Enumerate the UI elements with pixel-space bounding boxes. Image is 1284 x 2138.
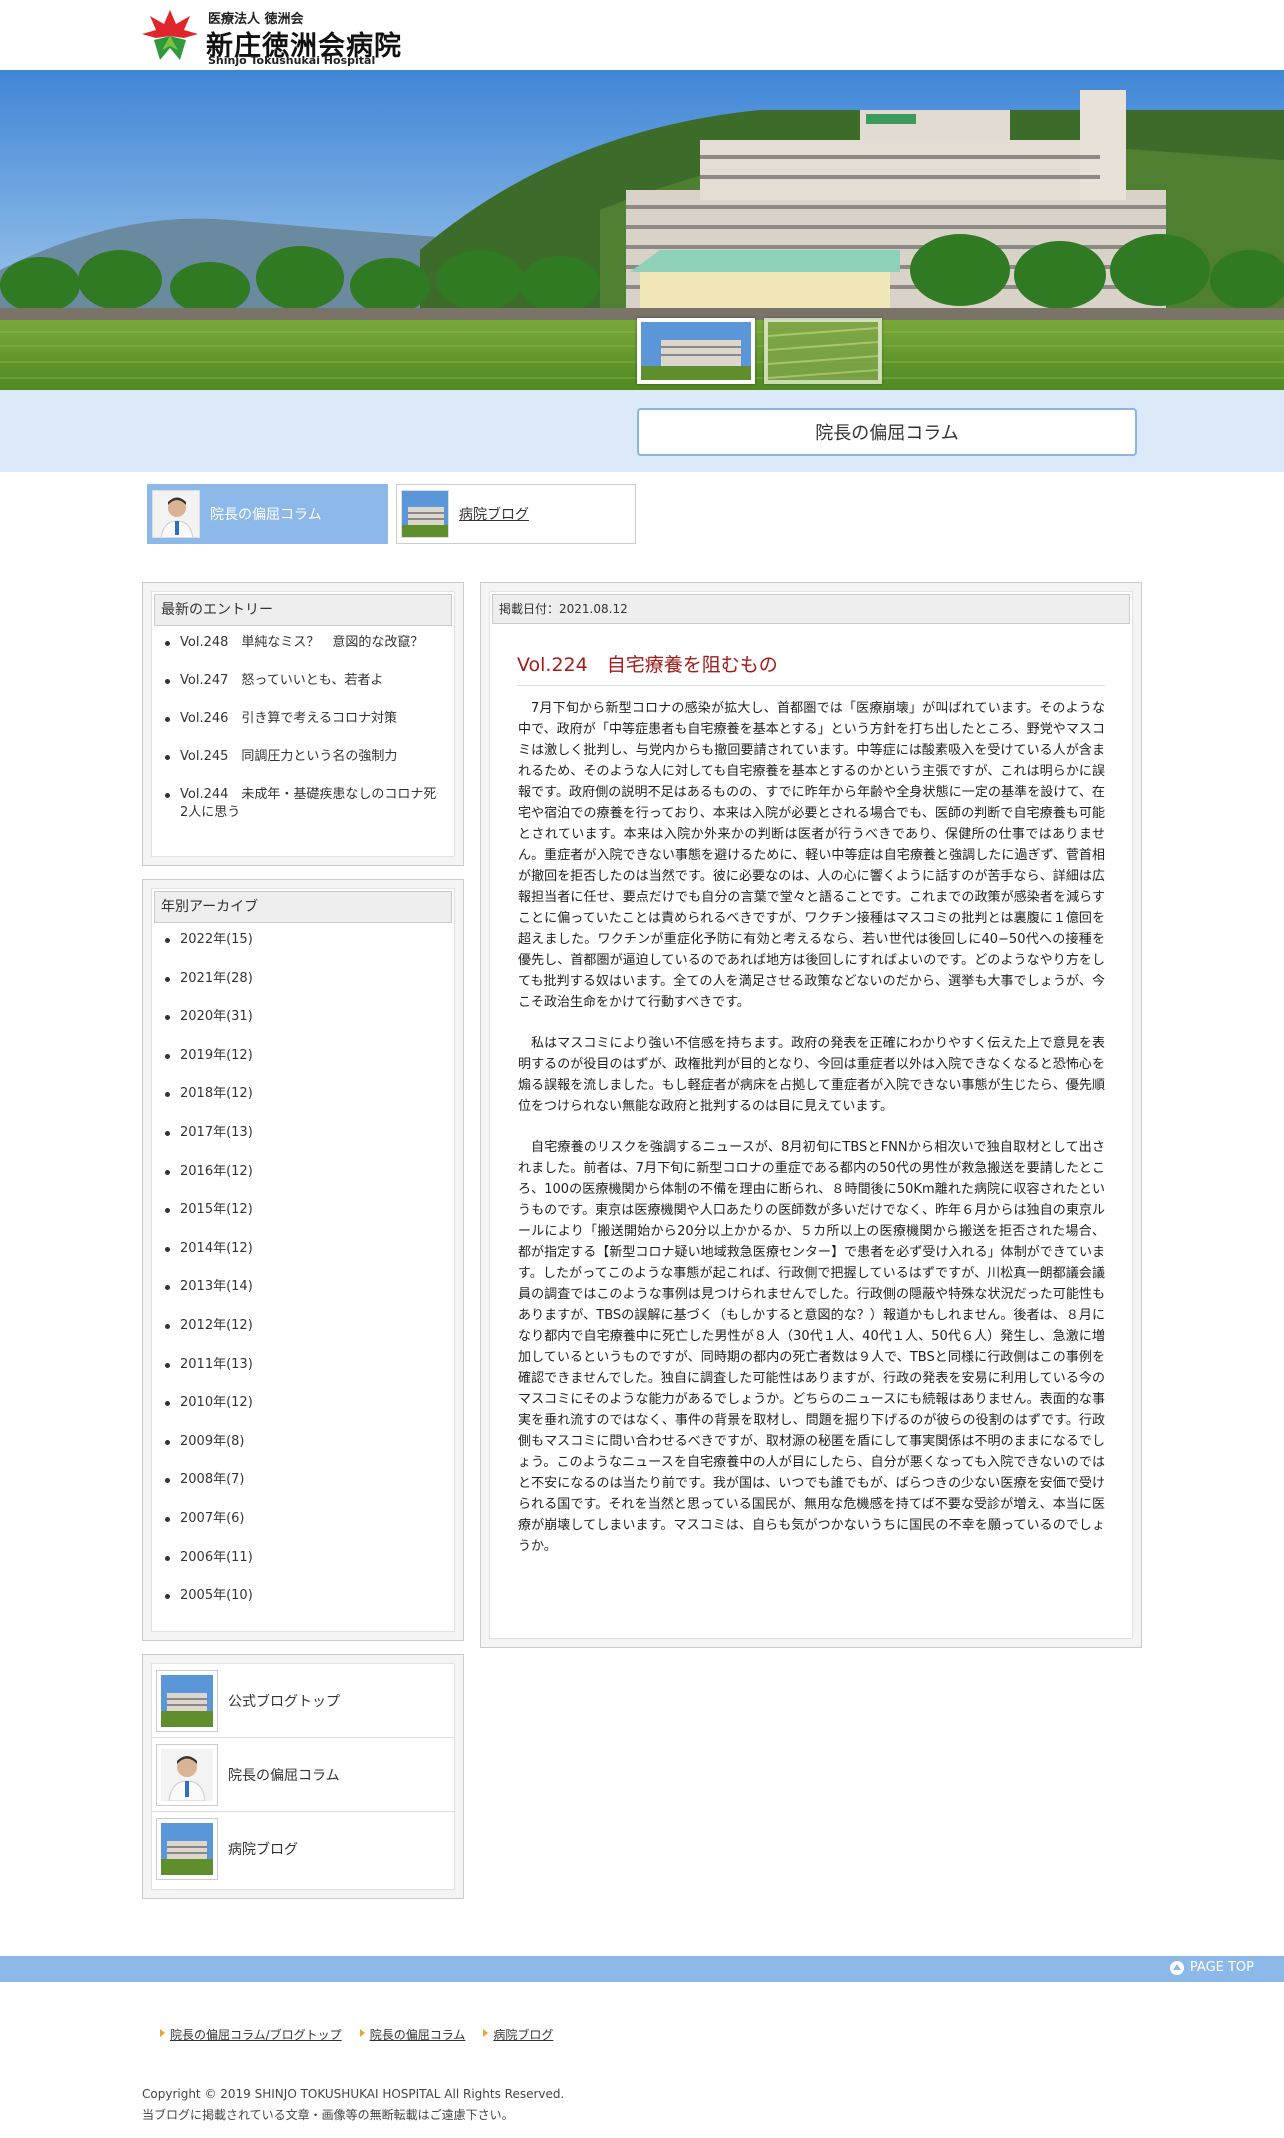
archive-year-link[interactable]: 2014年(12) xyxy=(165,1240,440,1258)
archive-year-link[interactable]: 2020年(31) xyxy=(165,1008,440,1026)
archive-year-link[interactable]: 2015年(12) xyxy=(165,1201,440,1219)
latest-entries-heading: 最新のエントリー xyxy=(154,594,452,626)
archive-year-link[interactable]: 2007年(6) xyxy=(165,1510,440,1528)
article-date: 掲載日付：2021.08.12 xyxy=(492,594,1130,624)
logo-english-name: Shinjo Tokushukai Hospital xyxy=(208,54,376,67)
archive-year-link[interactable]: 2006年(11) xyxy=(165,1549,440,1567)
footer-nav: 院長の偏屈コラム/ブログトップ 院長の偏屈コラム 病院ブログ xyxy=(160,2026,553,2043)
hospital-logo[interactable]: 医療法人 徳洲会 新庄徳洲会病院 Shinjo Tokushukai Hospi… xyxy=(140,6,410,67)
article-panel: 掲載日付：2021.08.12 Vol.224 自宅療養を阻むもの 7月下旬から… xyxy=(480,582,1142,1648)
footer-link-director-column[interactable]: 院長の偏屈コラム xyxy=(359,2026,465,2043)
yearly-archive-list: 2022年(15) 2021年(28) 2020年(31) 2019年(12) … xyxy=(152,925,454,1605)
link-label: 公式ブログトップ xyxy=(228,1693,340,1710)
article-paragraph: 7月下旬から新型コロナの感染が拡大し、首都圏では「医療崩壊」が叫ばれています。そ… xyxy=(518,701,1105,1010)
tab-label: 病院ブログ xyxy=(459,507,529,523)
entry-link[interactable]: Vol.246 引き算で考えるコロナ対策 xyxy=(165,710,440,728)
archive-year-link[interactable]: 2010年(12) xyxy=(165,1394,440,1412)
entry-link[interactable]: Vol.248 単純なミス？ 意図的な改竄？ xyxy=(165,634,440,652)
copyright-text: Copyright © 2019 SHINJO TOKUSHUKAI HOSPI… xyxy=(142,2087,565,2101)
archive-year-link[interactable]: 2019年(12) xyxy=(165,1047,440,1065)
archive-year-link[interactable]: 2011年(13) xyxy=(165,1356,440,1374)
article-title: Vol.224 自宅療養を阻むもの xyxy=(517,650,1105,686)
director-portrait-icon xyxy=(161,1748,213,1801)
link-label: 院長の偏屈コラム xyxy=(228,1767,340,1784)
director-column-link[interactable]: 院長の偏屈コラム xyxy=(152,1738,454,1812)
page: 医療法人 徳洲会 新庄徳洲会病院 Shinjo Tokushukai Hospi… xyxy=(0,0,1284,2138)
latest-entries-panel: 最新のエントリー Vol.248 単純なミス？ 意図的な改竄？ Vol.247 … xyxy=(142,582,464,866)
footer-link-hospital-blog[interactable]: 病院ブログ xyxy=(483,2026,553,2043)
entry-link[interactable]: Vol.244 未成年・基礎疾患なしのコロナ死2人に思う xyxy=(165,786,440,822)
hero-image xyxy=(0,70,1284,390)
director-portrait-icon xyxy=(152,490,200,538)
tokushukai-logo-icon xyxy=(142,10,198,60)
hospital-building-icon xyxy=(161,1674,213,1727)
link-label: 病院ブログ xyxy=(228,1842,298,1858)
archive-year-link[interactable]: 2009年(8) xyxy=(165,1433,440,1451)
latest-entries-list: Vol.248 単純なミス？ 意図的な改竄？ Vol.247 怒っていいとも、若… xyxy=(152,628,454,822)
archive-year-link[interactable]: 2005年(10) xyxy=(165,1587,440,1605)
category-title: 院長の偏屈コラム xyxy=(637,408,1137,456)
reprint-notice: 当ブログに掲載されている文章・画像等の無断転載はご遠慮下さい。 xyxy=(142,2108,514,2122)
hero-thumbnail-field[interactable] xyxy=(764,318,882,384)
entry-link[interactable]: Vol.247 怒っていいとも、若者よ xyxy=(165,672,440,690)
article-paragraph: 自宅療養のリスクを強調するニュースが、8月初旬にTBSとFNNから相次いで独自取… xyxy=(518,1140,1105,1554)
archive-year-link[interactable]: 2017年(13) xyxy=(165,1124,440,1142)
entry-link[interactable]: Vol.245 同調圧力という名の強制力 xyxy=(165,748,440,766)
official-blog-top-link[interactable]: 公式ブログトップ xyxy=(152,1664,454,1738)
page-top-button[interactable]: PAGE TOP xyxy=(1169,1960,1254,1975)
hospital-blog-link[interactable]: 病院ブログ xyxy=(152,1812,454,1886)
archive-year-link[interactable]: 2016年(12) xyxy=(165,1163,440,1181)
hospital-building-icon xyxy=(161,1823,213,1875)
page-top-bar: PAGE TOP xyxy=(0,1956,1284,1982)
page-top-label: PAGE TOP xyxy=(1189,1960,1254,1975)
tab-director-column[interactable]: 院長の偏屈コラム xyxy=(147,484,388,544)
arrow-up-icon xyxy=(1169,1960,1184,1975)
article-paragraph: 私はマスコミにより強い不信感を持ちます。政府の発表を正確にわかりやすく伝えた上で… xyxy=(518,1036,1105,1114)
site-header: 医療法人 徳洲会 新庄徳洲会病院 Shinjo Tokushukai Hospi… xyxy=(0,0,1284,70)
archive-year-link[interactable]: 2012年(12) xyxy=(165,1317,440,1335)
blog-links-panel: 公式ブログトップ 院長の偏屈コラム 病院ブログ xyxy=(142,1654,464,1899)
tab-label: 院長の偏屈コラム xyxy=(210,507,322,523)
tab-hospital-blog[interactable]: 病院ブログ xyxy=(396,484,636,544)
yearly-archive-heading: 年別アーカイブ xyxy=(154,891,452,923)
yearly-archive-panel: 年別アーカイブ 2022年(15) 2021年(28) 2020年(31) 20… xyxy=(142,879,464,1641)
footer-link-blog-top[interactable]: 院長の偏屈コラム/ブログトップ xyxy=(160,2026,342,2043)
category-title-band: 院長の偏屈コラム xyxy=(0,390,1284,472)
hero-thumbnail-hospital[interactable] xyxy=(637,318,755,384)
archive-year-link[interactable]: 2008年(7) xyxy=(165,1471,440,1489)
hospital-building-icon xyxy=(401,490,449,538)
archive-year-link[interactable]: 2013年(14) xyxy=(165,1278,440,1296)
archive-year-link[interactable]: 2021年(28) xyxy=(165,970,440,988)
archive-year-link[interactable]: 2018年(12) xyxy=(165,1085,440,1103)
archive-year-link[interactable]: 2022年(15) xyxy=(165,931,440,949)
